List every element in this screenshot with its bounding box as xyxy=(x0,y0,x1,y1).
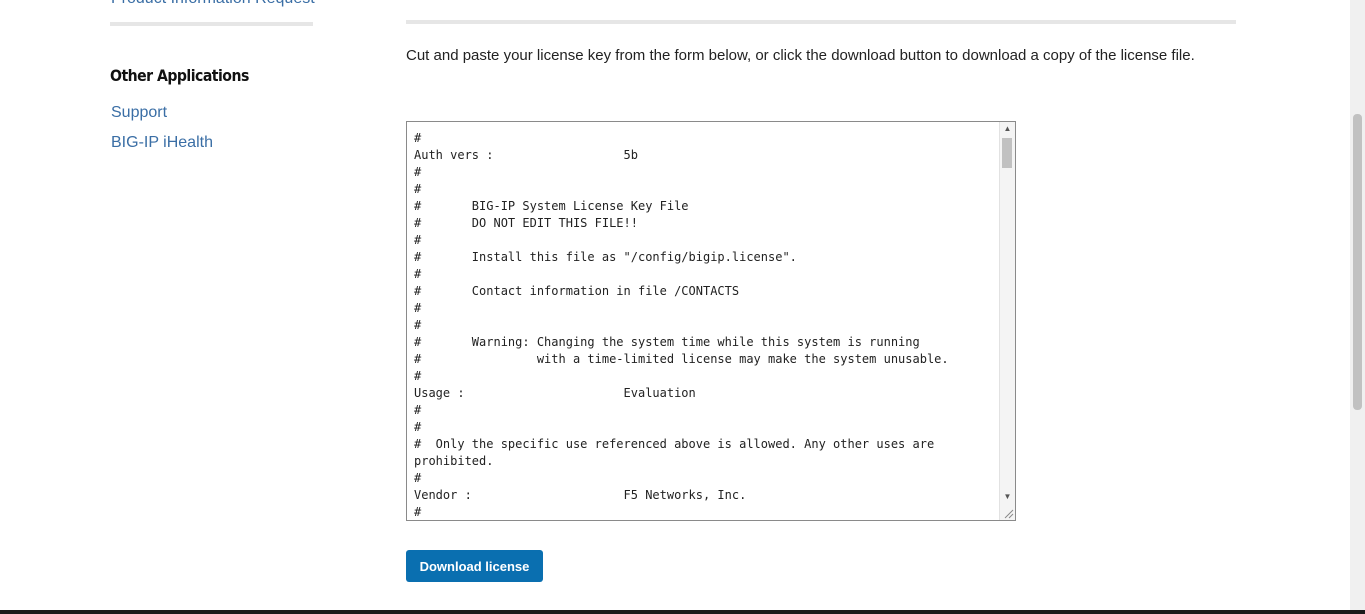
footer-bar xyxy=(0,610,1365,614)
scroll-up-arrow-icon[interactable]: ▲ xyxy=(1000,122,1015,136)
license-scroll-thumb[interactable] xyxy=(1002,138,1012,168)
main-divider xyxy=(406,20,1236,24)
license-key-text[interactable]: # Auth vers : 5b # # # BIG-IP System Lic… xyxy=(414,130,997,520)
sidebar-link-big-ip-ihealth[interactable]: BIG-IP iHealth xyxy=(111,133,213,153)
sidebar-link-support[interactable]: Support xyxy=(111,103,167,123)
sidebar-heading-other-applications: Other Applications xyxy=(110,66,249,85)
license-key-textarea[interactable]: # Auth vers : 5b # # # BIG-IP System Lic… xyxy=(406,121,1016,521)
resize-grip-icon[interactable] xyxy=(1003,508,1014,519)
scroll-down-arrow-icon[interactable]: ▼ xyxy=(1000,490,1015,504)
sidebar-divider xyxy=(110,22,313,26)
license-instructions: Cut and paste your license key from the … xyxy=(406,47,1195,64)
license-scrollbar[interactable]: ▲ ▼ xyxy=(999,122,1015,520)
page-scrollbar[interactable] xyxy=(1350,0,1365,610)
sidebar-link-product-information-request[interactable]: Product Information Request xyxy=(111,0,315,9)
page: Product Information Request Other Applic… xyxy=(0,0,1365,614)
download-license-button[interactable]: Download license xyxy=(406,550,543,582)
page-scroll-thumb[interactable] xyxy=(1353,114,1362,410)
